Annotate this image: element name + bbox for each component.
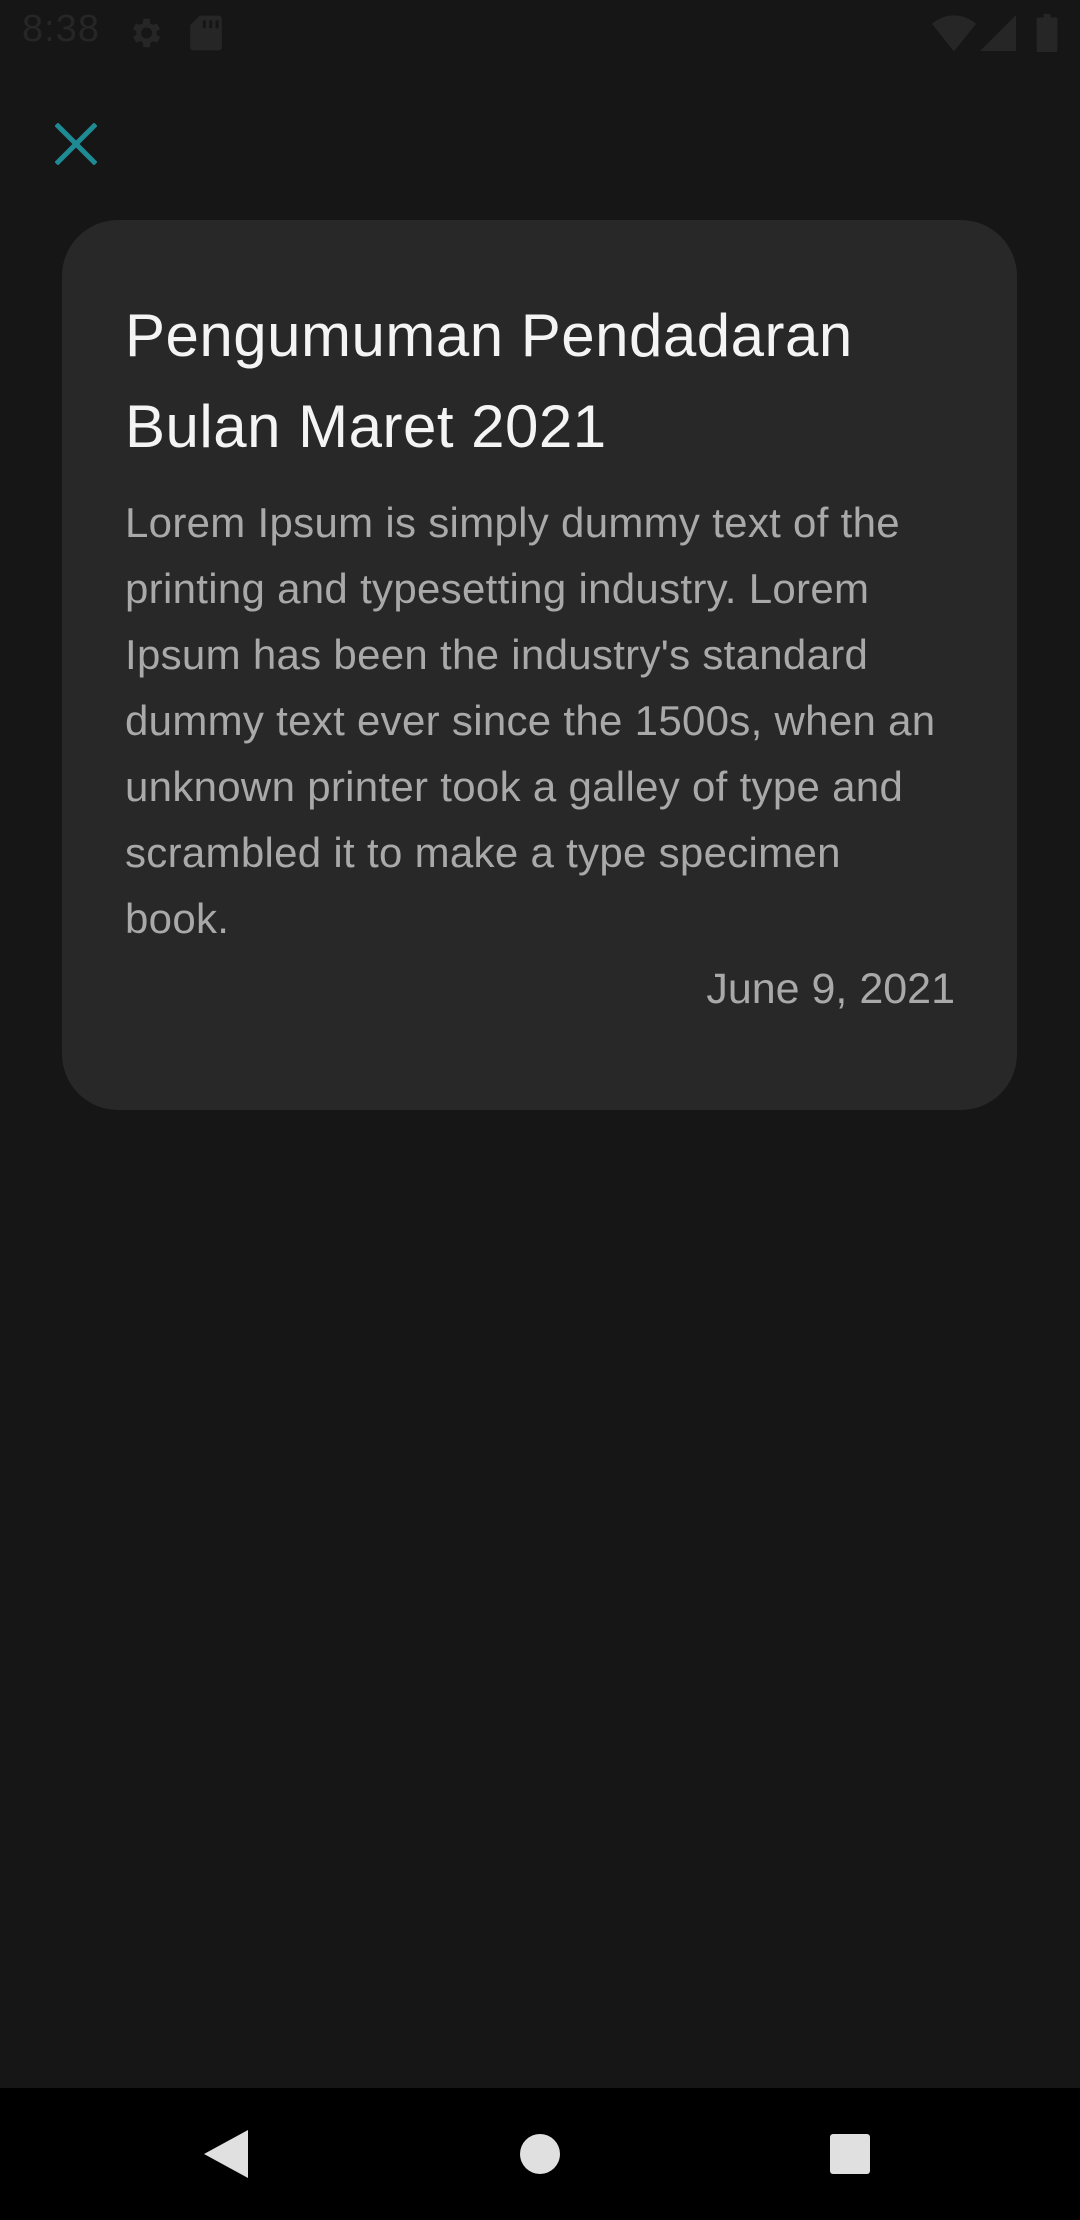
home-button[interactable]	[480, 2088, 600, 2220]
cell-signal-icon	[980, 14, 1016, 57]
back-icon	[204, 2130, 248, 2178]
home-icon	[520, 2134, 560, 2174]
wifi-icon	[932, 14, 976, 57]
sd-card-icon	[190, 14, 222, 57]
gear-icon	[126, 14, 164, 57]
announcement-date: June 9, 2021	[706, 965, 955, 1014]
announcement-title: Pengumuman Pendadaran Bulan Maret 2021	[125, 302, 853, 460]
announcement-body: Lorem Ipsum is simply dummy text of the …	[125, 499, 936, 942]
navigation-bar	[0, 2088, 1080, 2220]
status-time: 8:38	[22, 8, 100, 50]
status-bar: 8:38	[0, 0, 1080, 66]
close-button[interactable]	[40, 108, 112, 180]
announcement-card: Pengumuman Pendadaran Bulan Maret 2021 L…	[62, 220, 1017, 1110]
recents-button[interactable]	[790, 2088, 910, 2220]
recents-icon	[830, 2134, 870, 2174]
back-button[interactable]	[166, 2088, 286, 2220]
battery-icon	[1036, 14, 1058, 57]
close-icon	[55, 123, 97, 165]
